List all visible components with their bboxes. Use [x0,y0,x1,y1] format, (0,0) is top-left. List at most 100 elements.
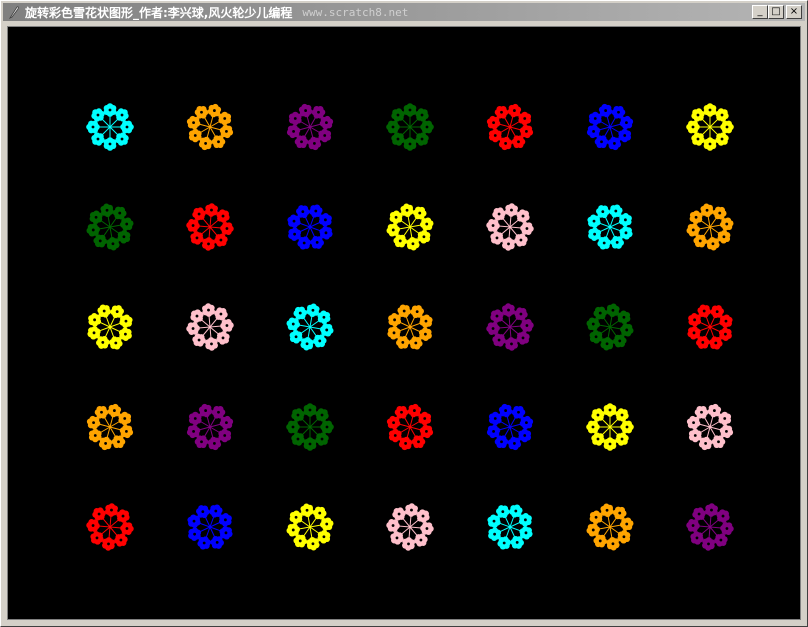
snowflake-petal-center [421,514,425,518]
snowflake-petal-center [720,113,724,117]
snowflake-petal-center [512,109,516,112]
window-url: www.scratch8.net [302,5,409,19]
snowflake-petal-center [412,409,416,412]
snowflake-petal [489,431,496,439]
snowflake-petal-center [618,511,622,515]
snowflake-petal-center [300,140,303,144]
snowflake-petal-center [192,429,195,433]
snowflake-petal-center [517,140,520,144]
snowflake-petal-center [96,113,100,117]
snowflake-petal-center [510,342,513,346]
snowflake-petal-center [622,535,626,539]
snowflake-petal [122,134,129,142]
snowflake-petal-center [497,338,501,342]
snowflake-petal [688,230,696,237]
snowflake-petal-center [393,434,397,437]
snowflake-petal-center [519,312,523,316]
snowflake-petal [724,217,732,224]
snowflake-petal-center [193,532,196,536]
close-button[interactable]: × [786,5,802,19]
snowflake-petal [419,509,426,516]
app-window: 旋转彩色雪花状图形_作者:李兴球,风火轮少儿编程 www.scratch8.ne… [0,0,808,627]
maximize-button[interactable]: □ [768,5,784,19]
snowflake-petal-center [524,518,527,522]
drawing-canvas[interactable] [7,26,801,620]
snowflake [387,304,433,350]
snowflake-petal [288,530,296,537]
snowflake-petal-center [393,318,396,322]
minimize-button[interactable]: _ [752,5,768,19]
snowflake-petal-center [624,218,627,222]
snowflake [586,103,634,151]
title-bar[interactable]: 旋转彩色雪花状图形_作者:李兴球,风火轮少儿编程 www.scratch8.ne… [3,3,805,21]
snowflake-petal-center [525,421,528,425]
snowflake-petal [198,406,206,413]
snowflake-petal-center [325,328,329,332]
snowflake-petal-center [293,232,296,236]
snowflake-petal-center [311,542,315,546]
snowflake-petal [221,236,228,243]
snowflake [286,103,334,151]
snowflake-petal-center [91,228,95,232]
snowflake [286,503,334,551]
snowflake-petal-center [622,315,626,319]
snowflake-petal [600,505,607,513]
snowflake-petal [92,511,99,518]
snowflake-petal-center [691,524,695,527]
snowflake-petal-center [204,409,208,412]
snowflake-petal-center [407,542,410,546]
snowflake-petal-center [493,532,496,536]
snowflake-petal [498,406,506,413]
snowflake-petal-center [707,542,710,546]
snowflake-petal [514,441,522,448]
snowflake-petal-center [197,338,201,342]
snowflake-petal [521,236,528,243]
snowflake-petal-center [722,235,726,239]
snowflake-petal [421,536,428,543]
snowflake-petal [197,340,204,347]
snowflake-petal-center [705,208,709,212]
snowflake-petal-center [221,336,225,340]
snowflake-petal-center [308,408,312,412]
snowflake-petal-center [224,518,227,522]
snowflake-petal [694,538,701,545]
snowflake-petal-center [594,515,598,519]
snowflake-petal-center [411,242,415,246]
snowflake-petal-center [693,434,697,437]
snowflake-petal-center [495,236,499,240]
snowflake-petal-center [502,541,506,545]
snowflake-petal-center [200,110,203,114]
snowflake-petal-center [215,541,219,544]
snowflake-petal [691,112,698,120]
snowflake-petal [119,509,126,516]
snowflake-petal-center [492,121,495,125]
snowflake-petal [700,205,707,213]
snowflake-petal-center [605,508,609,512]
snowflake-petal-center [512,442,516,445]
snowflake-petal [723,314,730,321]
maximize-icon: □ [771,6,781,17]
snowflake-petal-center [96,137,100,141]
snowflake-petal [721,536,728,543]
snowflake [286,303,334,351]
snowflake-petal-center [91,524,95,527]
snowflake-petal [124,217,132,224]
snowflake-petal-center [195,314,199,318]
snowflake-petal [194,238,201,245]
snowflake-petal-center [105,208,109,212]
snowflake-petal-center [120,137,124,141]
snowflake-petal [117,108,125,115]
snowflake-petal-center [225,227,229,230]
snowflake-petal-center [304,109,308,112]
snowflake-petal-center [125,527,129,530]
snowflake-petal-center [517,410,520,414]
snowflake-petal-center [605,342,609,346]
snowflake-petal-center [324,231,328,235]
snowflake-petal [492,211,499,218]
snowflake-petal-center [523,117,527,120]
snowflake-petal-center [104,442,108,445]
snowflake-petal-center [302,241,306,245]
snowflake-petal [622,434,629,442]
snowflake-petal-center [192,121,195,125]
snowflake-petal [690,333,697,340]
